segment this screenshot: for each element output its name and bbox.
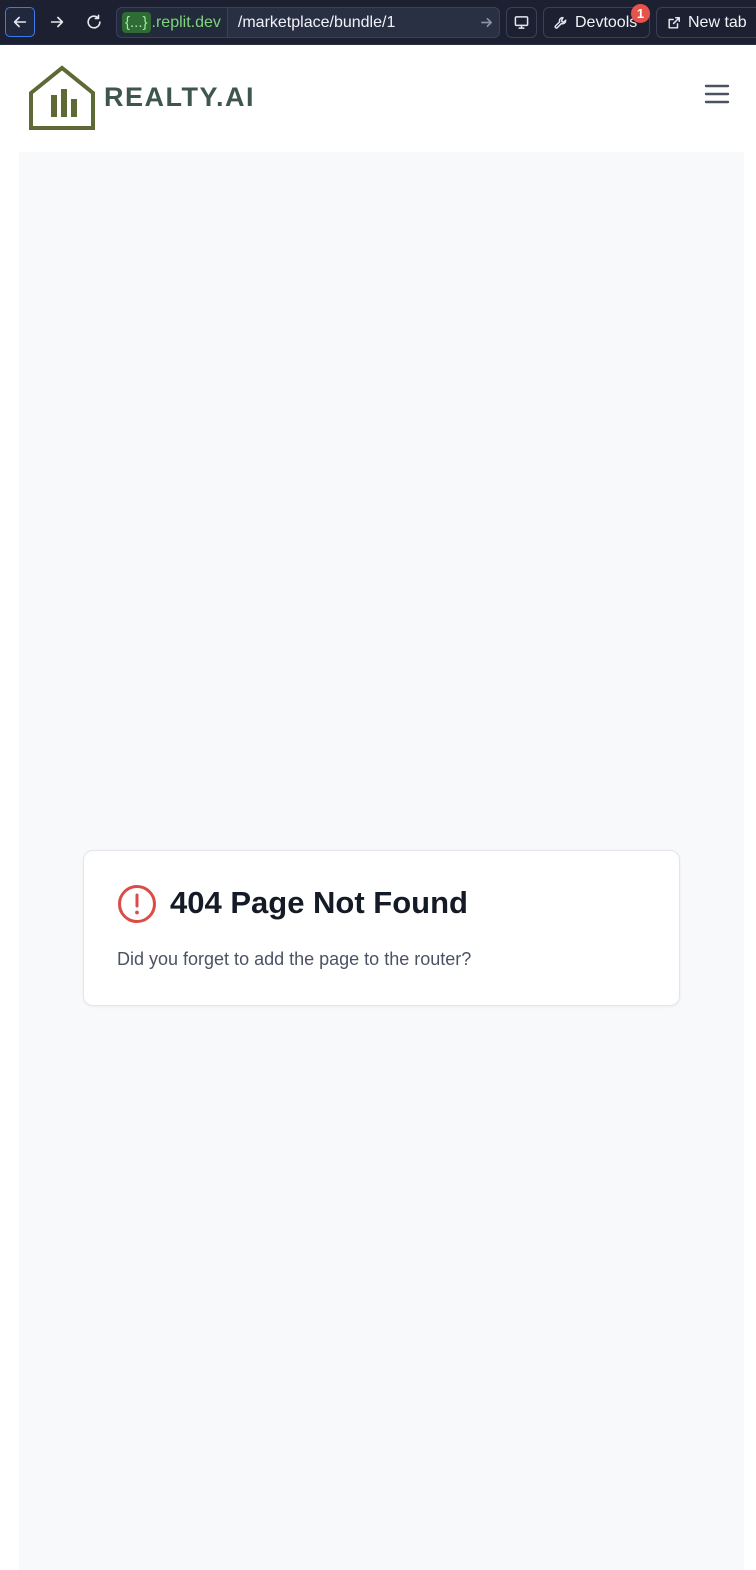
error-message: Did you forget to add the page to the ro…	[117, 949, 472, 969]
alert-circle-icon	[118, 885, 156, 923]
go-arrow-icon	[480, 17, 492, 28]
devtools-label: Devtools	[575, 13, 638, 31]
forward-arrow-icon	[50, 16, 64, 28]
url-host-chip: {...}	[122, 12, 151, 33]
screen-size-button[interactable]	[506, 7, 537, 38]
reload-button[interactable]	[79, 7, 109, 37]
site-header: REALTY.AI	[0, 46, 756, 152]
url-path-input[interactable]: /marketplace/bundle/1	[228, 14, 473, 32]
menu-button[interactable]	[700, 80, 734, 108]
url-host: {...} .replit.dev	[117, 8, 228, 37]
address-bar[interactable]: {...} .replit.dev /marketplace/bundle/1	[116, 7, 500, 38]
hamburger-menu-icon	[704, 84, 730, 104]
error-card: 404 Page Not Found Did you forget to add…	[83, 850, 680, 1006]
browser-toolbar: {...} .replit.dev /marketplace/bundle/1 D…	[0, 0, 756, 45]
back-arrow-icon	[13, 16, 27, 28]
monitor-icon	[514, 16, 529, 29]
url-host-domain: .replit.dev	[151, 13, 221, 31]
forward-button[interactable]	[42, 7, 72, 37]
go-button[interactable]	[473, 8, 499, 37]
house-bar-chart-logo[interactable]	[28, 65, 96, 131]
wrench-icon	[554, 16, 567, 29]
back-button[interactable]	[5, 7, 35, 37]
reload-icon	[87, 14, 101, 29]
main-content: 404 Page Not Found Did you forget to add…	[19, 152, 744, 1570]
brand-name[interactable]: REALTY.AI	[104, 82, 255, 113]
devtools-notification-badge: 1	[631, 4, 650, 23]
error-title: 404 Page Not Found	[170, 885, 468, 920]
new-tab-button[interactable]: New tab	[656, 7, 756, 38]
external-link-icon	[668, 16, 680, 29]
new-tab-label: New tab	[688, 13, 747, 31]
